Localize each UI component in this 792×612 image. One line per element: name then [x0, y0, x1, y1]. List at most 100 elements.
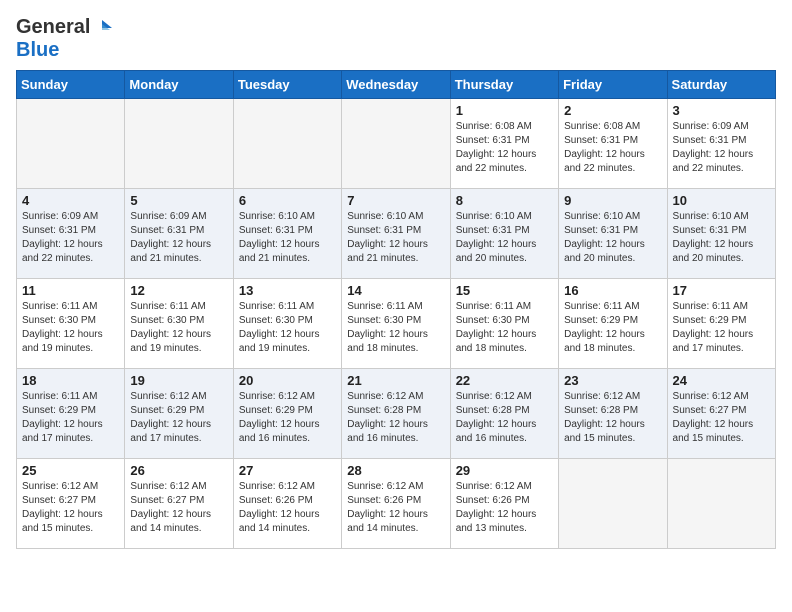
day-info: Sunrise: 6:12 AM Sunset: 6:28 PM Dayligh… [347, 390, 444, 446]
calendar-cell: 3 Sunrise: 6:09 AM Sunset: 6:31 PM Daylig… [667, 99, 775, 189]
day-info: Sunrise: 6:12 AM Sunset: 6:27 PM Dayligh… [673, 390, 770, 446]
day-info: Sunrise: 6:11 AM Sunset: 6:30 PM Dayligh… [22, 300, 119, 356]
day-info: Sunrise: 6:12 AM Sunset: 6:27 PM Dayligh… [22, 480, 119, 536]
day-number: 4 [22, 193, 119, 208]
calendar-cell: 24 Sunrise: 6:12 AM Sunset: 6:27 PM Dayli… [667, 369, 775, 459]
calendar-day-header: Wednesday [342, 71, 450, 99]
day-number: 17 [673, 283, 770, 298]
day-number: 20 [239, 373, 336, 388]
calendar-day-header: Friday [559, 71, 667, 99]
calendar-cell: 22 Sunrise: 6:12 AM Sunset: 6:28 PM Dayli… [450, 369, 558, 459]
day-info: Sunrise: 6:10 AM Sunset: 6:31 PM Dayligh… [347, 210, 444, 266]
day-info: Sunrise: 6:10 AM Sunset: 6:31 PM Dayligh… [564, 210, 661, 266]
day-number: 2 [564, 103, 661, 118]
calendar-week-row: 25 Sunrise: 6:12 AM Sunset: 6:27 PM Dayli… [17, 459, 776, 549]
logo-blue: Blue [16, 39, 59, 62]
day-info: Sunrise: 6:09 AM Sunset: 6:31 PM Dayligh… [22, 210, 119, 266]
day-number: 22 [456, 373, 553, 388]
calendar-day-header: Thursday [450, 71, 558, 99]
calendar-cell: 25 Sunrise: 6:12 AM Sunset: 6:27 PM Dayli… [17, 459, 125, 549]
day-info: Sunrise: 6:11 AM Sunset: 6:29 PM Dayligh… [564, 300, 661, 356]
calendar-day-header: Monday [125, 71, 233, 99]
day-info: Sunrise: 6:09 AM Sunset: 6:31 PM Dayligh… [673, 120, 770, 176]
calendar-cell: 17 Sunrise: 6:11 AM Sunset: 6:29 PM Dayli… [667, 279, 775, 369]
logo-bird-icon [92, 18, 112, 38]
day-number: 3 [673, 103, 770, 118]
day-info: Sunrise: 6:08 AM Sunset: 6:31 PM Dayligh… [456, 120, 553, 176]
day-info: Sunrise: 6:12 AM Sunset: 6:26 PM Dayligh… [347, 480, 444, 536]
day-info: Sunrise: 6:09 AM Sunset: 6:31 PM Dayligh… [130, 210, 227, 266]
day-number: 1 [456, 103, 553, 118]
day-info: Sunrise: 6:11 AM Sunset: 6:29 PM Dayligh… [22, 390, 119, 446]
calendar-cell: 13Sunrise: 6:11 AM Sunset: 6:30 PM Dayli… [233, 279, 341, 369]
day-number: 26 [130, 463, 227, 478]
day-info: Sunrise: 6:12 AM Sunset: 6:29 PM Dayligh… [239, 390, 336, 446]
calendar-cell: 11 Sunrise: 6:11 AM Sunset: 6:30 PM Dayli… [17, 279, 125, 369]
calendar-cell: 9 Sunrise: 6:10 AM Sunset: 6:31 PM Daylig… [559, 189, 667, 279]
day-info: Sunrise: 6:11 AM Sunset: 6:29 PM Dayligh… [673, 300, 770, 356]
calendar-cell: 15Sunrise: 6:11 AM Sunset: 6:30 PM Dayli… [450, 279, 558, 369]
logo: General Blue [16, 16, 112, 62]
day-info: Sunrise: 6:11 AM Sunset: 6:30 PM Dayligh… [456, 300, 553, 356]
day-number: 6 [239, 193, 336, 208]
day-number: 23 [564, 373, 661, 388]
day-number: 12 [130, 283, 227, 298]
day-info: Sunrise: 6:11 AM Sunset: 6:30 PM Dayligh… [347, 300, 444, 356]
calendar-week-row: 4 Sunrise: 6:09 AM Sunset: 6:31 PM Daylig… [17, 189, 776, 279]
calendar-cell: 7 Sunrise: 6:10 AM Sunset: 6:31 PM Daylig… [342, 189, 450, 279]
day-number: 7 [347, 193, 444, 208]
calendar-table: SundayMondayTuesdayWednesdayThursdayFrid… [16, 70, 776, 549]
calendar-cell: 26 Sunrise: 6:12 AM Sunset: 6:27 PM Dayli… [125, 459, 233, 549]
calendar-cell [667, 459, 775, 549]
day-info: Sunrise: 6:11 AM Sunset: 6:30 PM Dayligh… [239, 300, 336, 356]
day-info: Sunrise: 6:12 AM Sunset: 6:26 PM Dayligh… [239, 480, 336, 536]
day-info: Sunrise: 6:10 AM Sunset: 6:31 PM Dayligh… [673, 210, 770, 266]
day-number: 16 [564, 283, 661, 298]
calendar-cell: 4 Sunrise: 6:09 AM Sunset: 6:31 PM Daylig… [17, 189, 125, 279]
calendar-day-header: Saturday [667, 71, 775, 99]
calendar-cell: 10 Sunrise: 6:10 AM Sunset: 6:31 PM Dayli… [667, 189, 775, 279]
day-number: 27 [239, 463, 336, 478]
page-header: General Blue [16, 16, 776, 62]
calendar-cell: 5Sunrise: 6:09 AM Sunset: 6:31 PM Daylig… [125, 189, 233, 279]
day-info: Sunrise: 6:12 AM Sunset: 6:28 PM Dayligh… [456, 390, 553, 446]
calendar-cell: 8 Sunrise: 6:10 AM Sunset: 6:31 PM Daylig… [450, 189, 558, 279]
day-number: 29 [456, 463, 553, 478]
day-number: 24 [673, 373, 770, 388]
day-number: 10 [673, 193, 770, 208]
calendar-cell [342, 99, 450, 189]
calendar-day-header: Tuesday [233, 71, 341, 99]
calendar-week-row: 11 Sunrise: 6:11 AM Sunset: 6:30 PM Dayli… [17, 279, 776, 369]
calendar-cell: 28 Sunrise: 6:12 AM Sunset: 6:26 PM Dayli… [342, 459, 450, 549]
calendar-header-row: SundayMondayTuesdayWednesdayThursdayFrid… [17, 71, 776, 99]
day-number: 28 [347, 463, 444, 478]
calendar-cell: 27 Sunrise: 6:12 AM Sunset: 6:26 PM Dayli… [233, 459, 341, 549]
day-info: Sunrise: 6:10 AM Sunset: 6:31 PM Dayligh… [456, 210, 553, 266]
day-info: Sunrise: 6:12 AM Sunset: 6:28 PM Dayligh… [564, 390, 661, 446]
calendar-cell [233, 99, 341, 189]
day-number: 9 [564, 193, 661, 208]
calendar-day-header: Sunday [17, 71, 125, 99]
calendar-week-row: 18Sunrise: 6:11 AM Sunset: 6:29 PM Dayli… [17, 369, 776, 459]
calendar-cell: 14 Sunrise: 6:11 AM Sunset: 6:30 PM Dayli… [342, 279, 450, 369]
day-info: Sunrise: 6:12 AM Sunset: 6:29 PM Dayligh… [130, 390, 227, 446]
calendar-cell [559, 459, 667, 549]
day-number: 11 [22, 283, 119, 298]
calendar-cell: 12 Sunrise: 6:11 AM Sunset: 6:30 PM Dayli… [125, 279, 233, 369]
day-info: Sunrise: 6:11 AM Sunset: 6:30 PM Dayligh… [130, 300, 227, 356]
calendar-cell: 18Sunrise: 6:11 AM Sunset: 6:29 PM Dayli… [17, 369, 125, 459]
day-number: 21 [347, 373, 444, 388]
calendar-cell: 20 Sunrise: 6:12 AM Sunset: 6:29 PM Dayli… [233, 369, 341, 459]
calendar-cell [17, 99, 125, 189]
day-info: Sunrise: 6:12 AM Sunset: 6:27 PM Dayligh… [130, 480, 227, 536]
day-number: 25 [22, 463, 119, 478]
calendar-week-row: 1 Sunrise: 6:08 AM Sunset: 6:31 PM Daylig… [17, 99, 776, 189]
calendar-cell: 19 Sunrise: 6:12 AM Sunset: 6:29 PM Dayli… [125, 369, 233, 459]
day-number: 19 [130, 373, 227, 388]
calendar-cell [125, 99, 233, 189]
calendar-cell: 21 Sunrise: 6:12 AM Sunset: 6:28 PM Dayli… [342, 369, 450, 459]
calendar-cell: 6Sunrise: 6:10 AM Sunset: 6:31 PM Daylig… [233, 189, 341, 279]
day-number: 8 [456, 193, 553, 208]
day-number: 14 [347, 283, 444, 298]
day-info: Sunrise: 6:12 AM Sunset: 6:26 PM Dayligh… [456, 480, 553, 536]
